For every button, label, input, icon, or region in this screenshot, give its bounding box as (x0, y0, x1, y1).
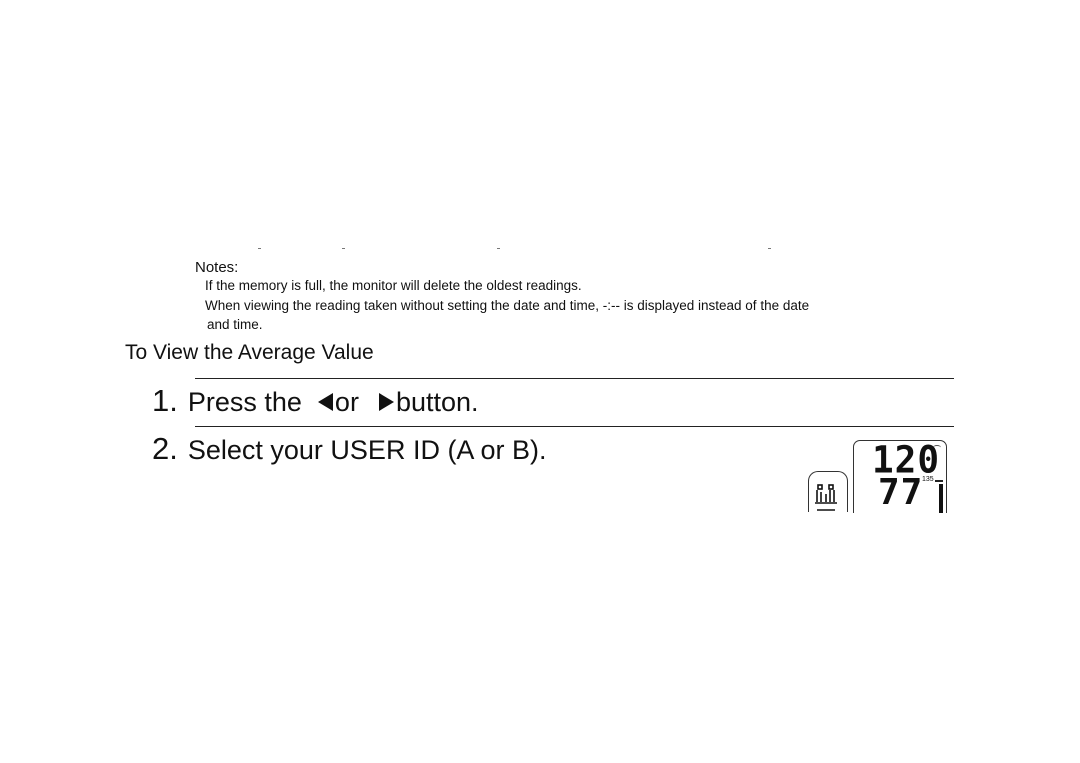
right-triangle-icon (378, 393, 394, 411)
step-text: Press the (187, 387, 302, 417)
step-number: 1. (152, 383, 178, 418)
section-heading: To View the Average Value (125, 341, 374, 364)
left-triangle-icon (317, 393, 333, 411)
lcd-display-illustration: 120 135 77 (853, 440, 947, 513)
step-2: 2. Select your USER ID (A or B). (152, 431, 546, 467)
step-1: 1. Press the or button. (152, 383, 479, 419)
note-item: When viewing the reading taken without s… (205, 298, 810, 313)
divider (195, 426, 954, 427)
average-button-illustration (808, 471, 848, 512)
diastolic-reading: 77 (878, 472, 924, 513)
step-text: button. (395, 387, 479, 417)
level-bar (939, 484, 943, 513)
divider (195, 378, 954, 379)
step-text: Select your USER ID (A or B). (187, 435, 547, 465)
note-item-continuation: and time. (207, 317, 263, 332)
notes-title: Notes: (195, 259, 239, 276)
scale-label: 135 (922, 476, 934, 483)
note-item: If the memory is full, the monitor will … (205, 278, 582, 293)
step-text: or (334, 387, 359, 417)
average-bars-icon (815, 484, 837, 511)
scale-tick (935, 480, 943, 482)
step-number: 2. (152, 431, 178, 466)
